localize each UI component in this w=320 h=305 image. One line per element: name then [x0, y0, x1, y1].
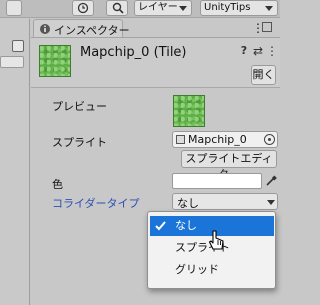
left-panel-icon-button[interactable] — [12, 40, 24, 52]
help-icon[interactable]: ? — [237, 44, 251, 58]
sprite-label: スプライト — [52, 136, 107, 149]
preset-icon[interactable]: ⇄ — [251, 44, 265, 58]
layers-dropdown-label: レイヤー — [138, 2, 178, 13]
more-options-icon[interactable]: ⋮ — [265, 44, 279, 58]
layers-dropdown[interactable]: レイヤー — [134, 0, 192, 16]
sprite-field[interactable]: Mapchip_0 — [172, 131, 278, 148]
layout-dropdown-label: UnityTips — [204, 2, 251, 13]
collider-type-label: コライダータイプ — [52, 197, 140, 210]
mouse-cursor-icon — [208, 230, 224, 250]
toolbar-left-button[interactable] — [6, 0, 22, 16]
chevron-down-icon — [267, 200, 275, 205]
history-button[interactable] — [72, 0, 94, 16]
tile-thumbnail — [39, 45, 71, 77]
eyedropper-icon[interactable] — [264, 174, 278, 188]
chevron-down-icon — [265, 6, 273, 11]
object-picker-icon[interactable] — [264, 134, 275, 145]
collider-type-dropdown[interactable]: なし — [172, 193, 278, 210]
chevron-down-icon — [179, 6, 187, 11]
layout-dropdown[interactable]: UnityTips — [200, 0, 278, 16]
preview-image — [173, 95, 205, 127]
preview-label: プレビュー — [52, 100, 107, 113]
object-title: Mapchip_0 (Tile) — [80, 45, 187, 60]
inspector-tab-label: インスペクター — [54, 24, 130, 37]
sprite-editor-button[interactable]: スプライトエディター — [181, 150, 277, 181]
info-icon — [40, 24, 50, 34]
menu-item-grid[interactable]: グリッド — [150, 260, 274, 280]
history-icon — [77, 2, 89, 14]
maximize-icon[interactable] — [262, 22, 272, 32]
left-panel-field[interactable] — [0, 56, 24, 68]
color-label: 色 — [52, 178, 63, 191]
color-swatch-field[interactable] — [172, 173, 262, 189]
collider-type-value: なし — [177, 197, 199, 210]
menu-item-grid-label: グリッド — [175, 263, 219, 276]
inspector-tab[interactable]: インスペクター — [33, 19, 130, 37]
checkmark-icon — [155, 221, 166, 231]
search-button[interactable] — [106, 0, 128, 16]
search-icon — [112, 2, 124, 14]
sprite-field-value: Mapchip_0 — [188, 133, 247, 146]
open-button[interactable]: 開く — [251, 65, 276, 85]
sprite-asset-icon — [176, 135, 185, 144]
menu-item-none-label: なし — [175, 219, 197, 232]
